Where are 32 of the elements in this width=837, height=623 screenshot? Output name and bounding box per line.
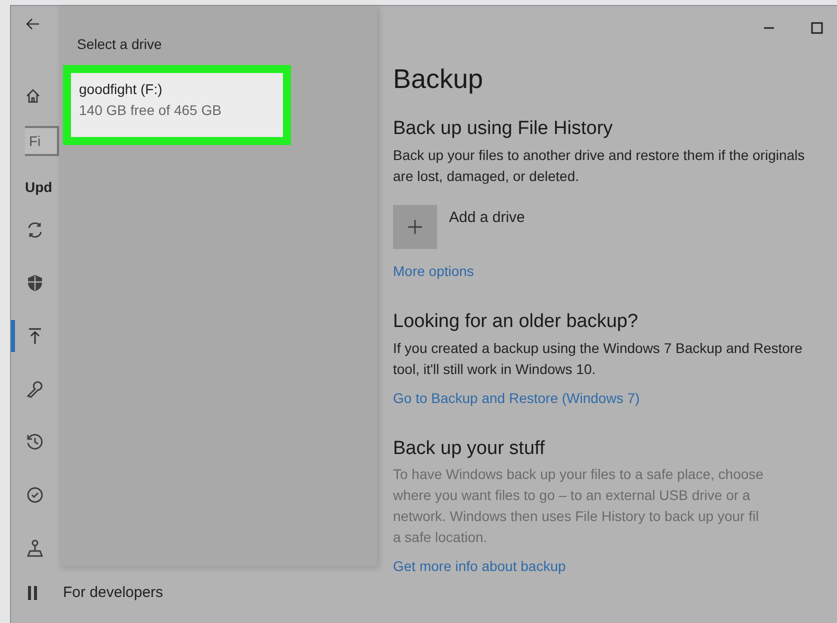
link[interactable]: Go to Backup and Restore (Windows 7) — [393, 388, 837, 408]
person-icon — [25, 538, 45, 558]
add-drive-label: Add a drive — [449, 208, 525, 228]
nav-item[interactable] — [25, 538, 45, 558]
section-description: Back up your files to another drive and restore them if the originals are lost, damaged, or deleted. — [393, 146, 806, 186]
plus-icon — [407, 218, 423, 235]
home-icon[interactable] — [25, 88, 41, 104]
link[interactable]: More options — [393, 260, 837, 282]
page-title: Backup — [393, 66, 484, 93]
section-description: If you created a backup using the Windows 7 Backup and Restore tool, it'll still work in Windows 10. — [393, 338, 804, 378]
flyout-title: Select a drive — [77, 35, 163, 54]
section-description: To have Windows back up your files to a safe place, choose where you want files to go – to an external USB drive or a network. Windows then uses File History to back up your fil a safe location. — [393, 465, 764, 548]
section-heading: Looking for an older backup? — [393, 310, 640, 334]
drive-name: goodfight (F:) — [79, 80, 162, 99]
section-heading: Back up your stuff — [393, 436, 546, 460]
search-field[interactable]: Fi — [25, 126, 59, 156]
nav-item[interactable]: For developers — [25, 582, 381, 604]
nav-item[interactable] — [25, 432, 45, 452]
link[interactable]: Get more info about backup — [393, 556, 837, 578]
drive-space: 140 GB free of 465 GB — [79, 101, 222, 120]
maximize-icon[interactable] — [811, 22, 823, 34]
section-heading: Upd — [25, 180, 54, 194]
nav-item[interactable] — [25, 379, 45, 399]
history-icon — [25, 432, 45, 452]
nav-item[interactable] — [25, 273, 45, 293]
shield-icon — [25, 273, 45, 293]
drive-item[interactable]: goodfight (F:) 140 GB free of 465 GB — [63, 65, 291, 145]
nav-item[interactable] — [25, 485, 45, 505]
check-circle-icon — [25, 485, 45, 505]
wrench-icon — [25, 379, 45, 399]
back-arrow-icon[interactable] — [25, 16, 41, 32]
section-heading: Back up using File History — [393, 117, 614, 141]
